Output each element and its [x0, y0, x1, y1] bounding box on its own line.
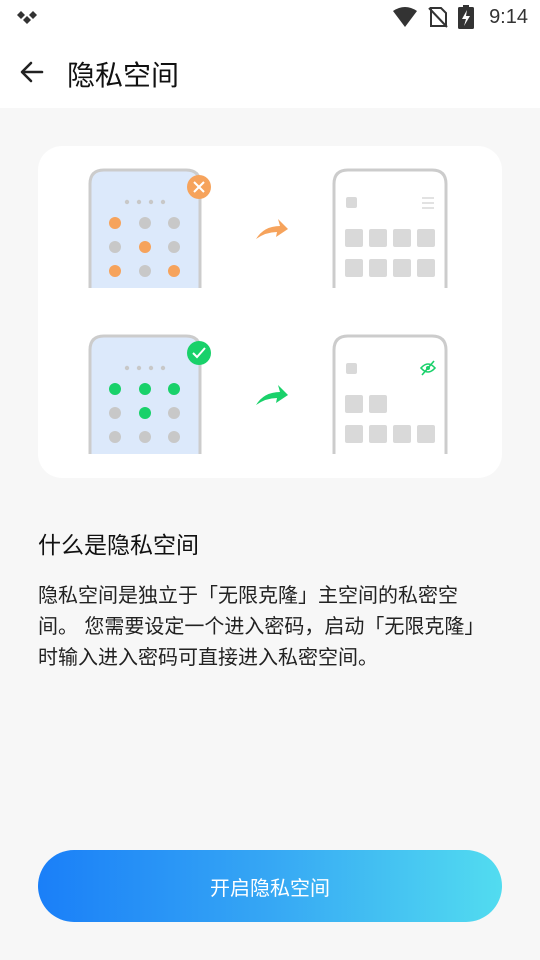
app-logo-icon [17, 11, 37, 24]
wifi-icon [393, 7, 417, 27]
no-sim-icon [428, 7, 448, 28]
illustration-card [38, 146, 502, 478]
arrow-left-icon[interactable] [18, 58, 46, 86]
battery-charging-icon [458, 5, 474, 29]
status-bar: 9:14 [0, 0, 540, 36]
info-body: 隐私空间是独立于「无限克隆」主空间的私密空间。 您需要设定一个进入密码，启动「无… [38, 583, 485, 669]
toolbar: 隐私空间 [0, 36, 540, 108]
x-icon [187, 175, 211, 199]
curved-arrow-icon [256, 219, 288, 239]
info-heading: 什么是隐私空间 [38, 533, 199, 559]
page-title: 隐私空间 [67, 59, 180, 92]
curved-arrow-icon [256, 385, 288, 405]
check-icon [187, 341, 211, 365]
privacy-flow-illustration [88, 168, 448, 454]
illustration-row-error [88, 168, 448, 288]
enable-private-space-button[interactable]: 开启隐私空间 [38, 850, 502, 922]
illustration-row-success [88, 334, 448, 454]
status-time: 9:14 [489, 6, 528, 28]
